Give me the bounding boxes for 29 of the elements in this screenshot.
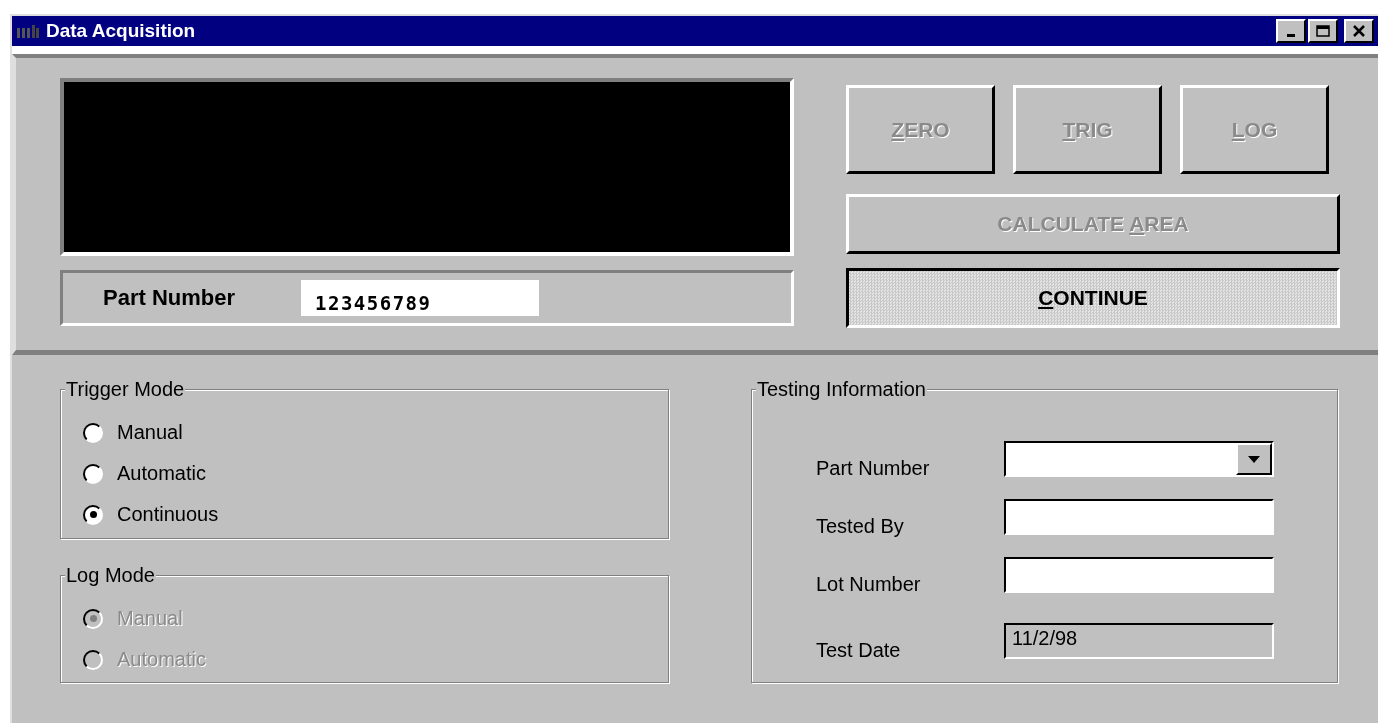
field-label: Part Number: [816, 455, 931, 480]
maximize-icon[interactable]: [1315, 24, 1331, 38]
group-title: Trigger Mode: [65, 378, 186, 401]
close-icon[interactable]: [1351, 24, 1367, 38]
group-title: Log Mode: [65, 564, 156, 587]
field-label: Tested By: [816, 513, 905, 538]
radio-label: Manual: [117, 607, 183, 630]
app-icon: [16, 23, 40, 39]
radio-label: Manual: [117, 421, 183, 444]
minimize-button[interactable]: [1276, 19, 1306, 43]
maximize-button[interactable]: [1308, 19, 1338, 43]
radio-label: Automatic: [117, 462, 206, 485]
part-number-value: 123456789: [301, 280, 540, 316]
dropdown-field[interactable]: [1004, 441, 1274, 477]
window-title: Data Acquisition: [46, 20, 197, 42]
radio-button[interactable]: [83, 422, 103, 443]
field-label: Test Date: [816, 637, 902, 662]
radio-label: Continuous: [117, 503, 219, 526]
radio-button[interactable]: [83, 463, 103, 484]
input-field[interactable]: [1004, 499, 1274, 535]
radio-button[interactable]: [83, 504, 103, 525]
input-field[interactable]: [1004, 557, 1274, 593]
group-title: Testing Information: [756, 378, 927, 401]
part-number-label: Part Number: [103, 285, 236, 311]
close-button[interactable]: [1344, 19, 1374, 43]
radio-label: Automatic: [117, 648, 206, 671]
field-label: Lot Number: [816, 571, 922, 596]
command-button[interactable]: CONTINUE: [846, 268, 1340, 328]
date-field: 11/2/98: [1004, 623, 1274, 659]
